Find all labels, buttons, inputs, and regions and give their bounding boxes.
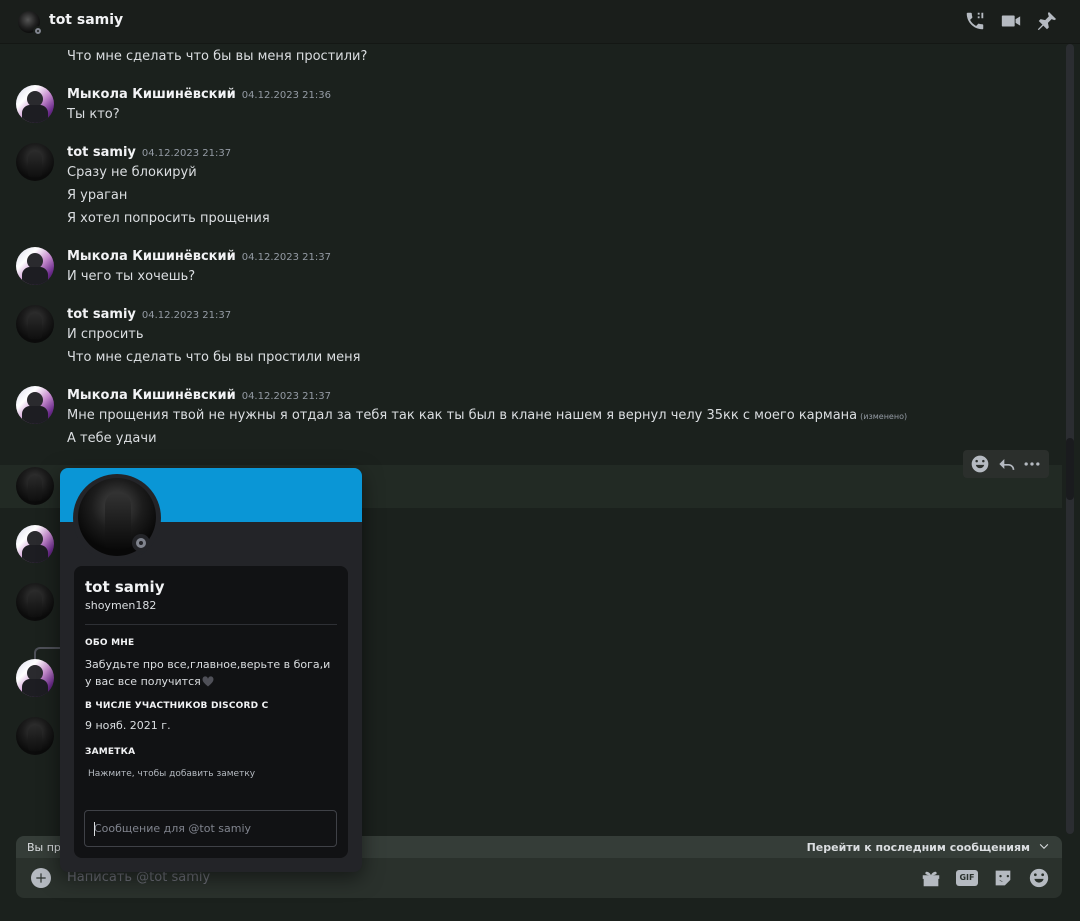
about-me-heading: ОБО МНЕ	[85, 638, 135, 648]
avatar[interactable]	[16, 305, 54, 343]
message-content: Ты кто?	[67, 107, 120, 122]
emoji-icon[interactable]	[1028, 867, 1050, 889]
avatar[interactable]	[16, 583, 54, 621]
phone-call-icon[interactable]	[964, 10, 986, 32]
message-content: Что мне сделать что бы вы простили меня	[67, 350, 361, 365]
avatar[interactable]	[16, 386, 54, 424]
new-messages-text: Вы пр	[27, 841, 61, 854]
composer-toolbar: GIF	[920, 867, 1050, 889]
note-field[interactable]: Нажмите, чтобы добавить заметку	[88, 769, 255, 779]
message-text: Мне прощения твой не нужны я отдал за те…	[67, 408, 858, 423]
message-content: Сразу не блокируй	[67, 165, 197, 180]
gift-icon[interactable]	[920, 867, 942, 889]
member-since-date: 9 нояб. 2021 г.	[85, 719, 171, 732]
more-header-icon[interactable]	[1072, 10, 1080, 32]
message-content: И чего ты хочешь?	[67, 269, 196, 284]
avatar[interactable]	[16, 467, 54, 505]
message-timestamp: 04.12.2023 21:37	[241, 252, 331, 263]
message-actions-toolbar	[963, 450, 1049, 478]
message-content: Мне прощения твой не нужны я отдал за те…	[67, 408, 907, 423]
message-content: Я хотел попросить прощения	[67, 211, 270, 226]
avatar[interactable]	[16, 143, 54, 181]
divider	[85, 624, 337, 625]
offline-status-icon	[132, 534, 150, 552]
message-author[interactable]: Мыкола Кишинёвский 04.12.2023 21:37	[67, 249, 331, 264]
message-content: Что мне сделать что бы вы меня простили?	[67, 49, 368, 64]
message-content: А тебе удачи	[67, 431, 157, 446]
about-me-text: Забудьте про все,главное,верьте в бога,и…	[85, 656, 335, 690]
profile-body: tot samiy shoymen182 ОБО МНЕ Забудьте пр…	[74, 566, 348, 858]
jump-to-present-button[interactable]: Перейти к последним сообщениям	[807, 841, 1030, 854]
message-author[interactable]: tot samiy 04.12.2023 21:37	[67, 145, 231, 160]
avatar[interactable]	[16, 85, 54, 123]
chevron-down-icon[interactable]	[1038, 840, 1050, 852]
profile-display-name: tot samiy	[85, 578, 165, 596]
video-call-icon[interactable]	[1000, 10, 1022, 32]
gif-button[interactable]: GIF	[956, 870, 978, 886]
message-input[interactable]: Написать @tot samiy	[67, 870, 210, 885]
add-reaction-icon[interactable]	[970, 454, 990, 474]
sticker-icon[interactable]	[992, 867, 1014, 889]
author-name[interactable]: tot samiy	[67, 145, 136, 160]
member-since-heading: В ЧИСЛЕ УЧАСТНИКОВ DISCORD С	[85, 701, 269, 711]
author-name[interactable]: tot samiy	[67, 307, 136, 322]
message-author[interactable]: Мыкола Кишинёвский 04.12.2023 21:37	[67, 388, 331, 403]
avatar[interactable]	[16, 525, 54, 563]
edited-label: (изменено)	[860, 412, 908, 421]
black-heart-icon	[201, 675, 215, 687]
message-timestamp: 04.12.2023 21:37	[141, 310, 232, 321]
message-timestamp: 04.12.2023 21:37	[141, 148, 232, 159]
plus-icon	[36, 873, 46, 883]
avatar[interactable]	[16, 659, 54, 697]
message-author[interactable]: tot samiy 04.12.2023 21:37	[67, 307, 231, 322]
message-timestamp: 04.12.2023 21:37	[241, 391, 331, 402]
more-options-icon[interactable]	[1022, 454, 1042, 474]
profile-username[interactable]: shoymen182	[85, 599, 156, 612]
text-caret	[94, 822, 95, 836]
channel-header: tot samiy	[0, 0, 1080, 44]
bottom-strip	[0, 900, 1080, 921]
reply-icon[interactable]	[996, 454, 1016, 474]
author-name[interactable]: Мыкола Кишинёвский	[67, 87, 236, 102]
user-profile-popout: tot samiy shoymen182 ОБО МНЕ Забудьте пр…	[60, 468, 362, 872]
scrollbar-thumb[interactable]	[1066, 438, 1074, 500]
message-content: И спросить	[67, 327, 144, 342]
author-name[interactable]: Мыкола Кишинёвский	[67, 249, 236, 264]
avatar[interactable]	[16, 717, 54, 755]
profile-message-input[interactable]	[85, 811, 336, 846]
pin-icon[interactable]	[1036, 10, 1058, 32]
message-content: Я ураган	[67, 188, 128, 203]
header-toolbar	[964, 10, 1080, 32]
header-avatar[interactable]	[18, 11, 43, 36]
message-author[interactable]: Мыкола Кишинёвский 04.12.2023 21:36	[67, 87, 331, 102]
note-heading: ЗАМЕТКА	[85, 747, 136, 757]
header-title[interactable]: tot samiy	[49, 12, 123, 28]
author-name[interactable]: Мыкола Кишинёвский	[67, 388, 236, 403]
attach-plus-button[interactable]	[31, 868, 51, 888]
message-timestamp: 04.12.2023 21:36	[241, 90, 331, 101]
avatar[interactable]	[16, 247, 54, 285]
profile-message-box	[84, 810, 337, 847]
status-indicator	[33, 26, 43, 36]
